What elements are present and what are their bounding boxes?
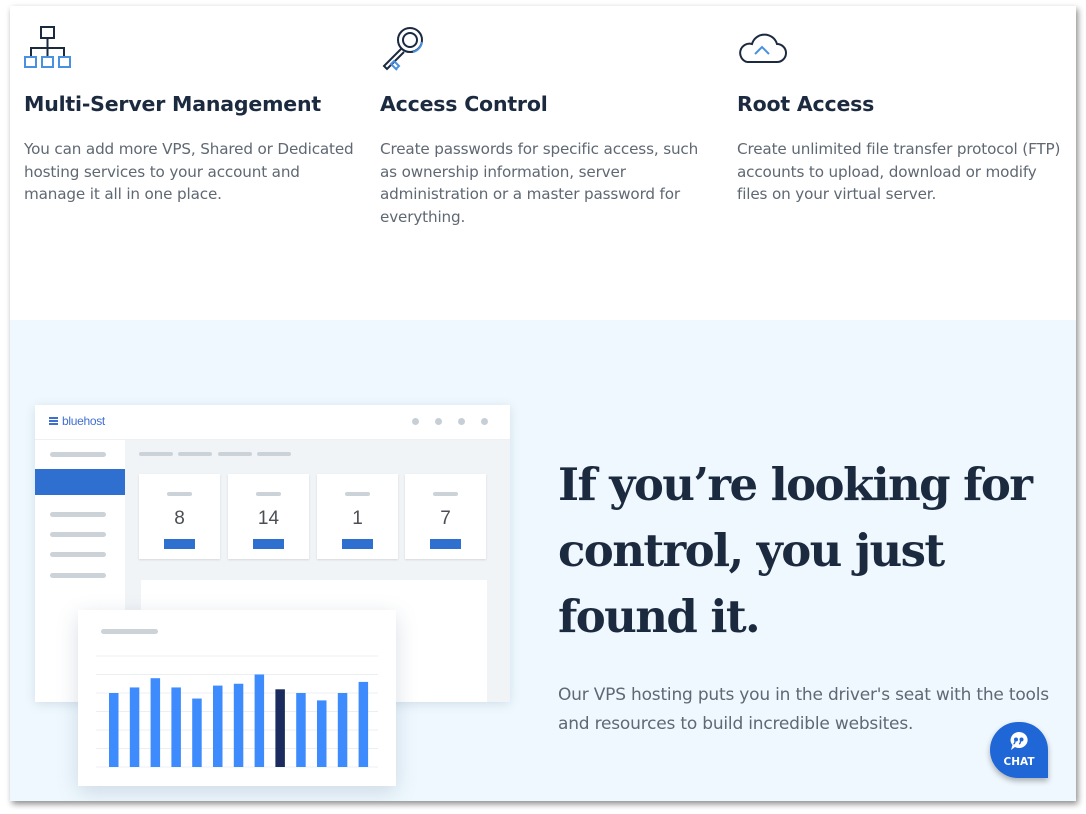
sidebar-placeholder	[50, 452, 106, 457]
chart-bar	[296, 693, 306, 767]
chart-bar	[109, 693, 119, 767]
chart-bar	[254, 674, 265, 767]
chart-bar	[129, 687, 140, 767]
chat-bubble-icon	[1010, 731, 1028, 750]
chart-bar	[192, 698, 202, 767]
hero-section: bluehost 8 14 1 7 If you’re looking for …	[10, 320, 1076, 801]
features-section: Multi-Server Management You can add more…	[10, 6, 1076, 320]
chart-bar-highlighted	[275, 689, 285, 767]
sidebar-active-item	[35, 469, 125, 495]
sitemap-icon	[24, 26, 71, 68]
stat-value: 8	[174, 508, 185, 529]
feature-description: Create passwords for specific access, su…	[380, 140, 699, 227]
stat-card: 7	[405, 474, 486, 559]
key-icon	[382, 27, 423, 71]
feature-description: You can add more VPS, Shared or Dedicate…	[24, 140, 354, 204]
stat-value: 1	[352, 508, 363, 529]
header-placeholder	[139, 452, 173, 456]
bluehost-logo: bluehost	[49, 414, 105, 428]
window-dots	[412, 418, 488, 425]
stat-card: 8	[139, 474, 220, 559]
stat-value: 14	[257, 508, 280, 529]
chart-bar	[337, 693, 348, 767]
feature-description: Create unlimited file transfer protocol …	[737, 140, 1061, 204]
sidebar-placeholder	[50, 573, 106, 578]
chart-bar	[213, 685, 223, 767]
chart-bar	[317, 700, 327, 767]
chart-bar	[171, 687, 181, 767]
grid-logo-icon	[49, 416, 58, 426]
header-placeholder	[218, 452, 252, 456]
page-card: Multi-Server Management You can add more…	[10, 6, 1076, 801]
chart-card	[78, 610, 396, 786]
stat-card: 1	[317, 474, 398, 559]
stat-card: 14	[228, 474, 309, 559]
stat-bar	[253, 539, 284, 549]
dashboard-topbar: bluehost	[35, 405, 510, 440]
chat-label: CHAT	[1003, 756, 1035, 768]
feature-title: Multi-Server Management	[24, 92, 321, 116]
logo-text: bluehost	[62, 414, 105, 428]
sidebar-placeholder	[50, 552, 106, 557]
chart-bar	[233, 683, 244, 767]
chat-button[interactable]: CHAT	[990, 722, 1048, 778]
dot-icon	[481, 418, 488, 425]
hero-headline: If you’re looking for control, you just …	[558, 458, 1033, 643]
header-placeholder	[257, 452, 291, 456]
chart-bar	[150, 678, 161, 767]
feature-title: Access Control	[380, 92, 548, 116]
stat-value: 7	[440, 508, 451, 529]
dot-icon	[458, 418, 465, 425]
sidebar-placeholder	[50, 532, 106, 537]
feature-title: Root Access	[737, 92, 875, 116]
sidebar-placeholder	[50, 512, 106, 517]
stat-bar	[342, 539, 373, 549]
header-placeholder	[178, 452, 212, 456]
hero-subtext: Our VPS hosting puts you in the driver's…	[558, 685, 1049, 734]
dot-icon	[412, 418, 419, 425]
cloud-upload-icon	[739, 33, 787, 63]
chart-bar	[358, 681, 369, 767]
bar-chart	[96, 655, 378, 768]
stat-bar	[430, 539, 461, 549]
stat-bar	[164, 539, 195, 549]
dot-icon	[435, 418, 442, 425]
